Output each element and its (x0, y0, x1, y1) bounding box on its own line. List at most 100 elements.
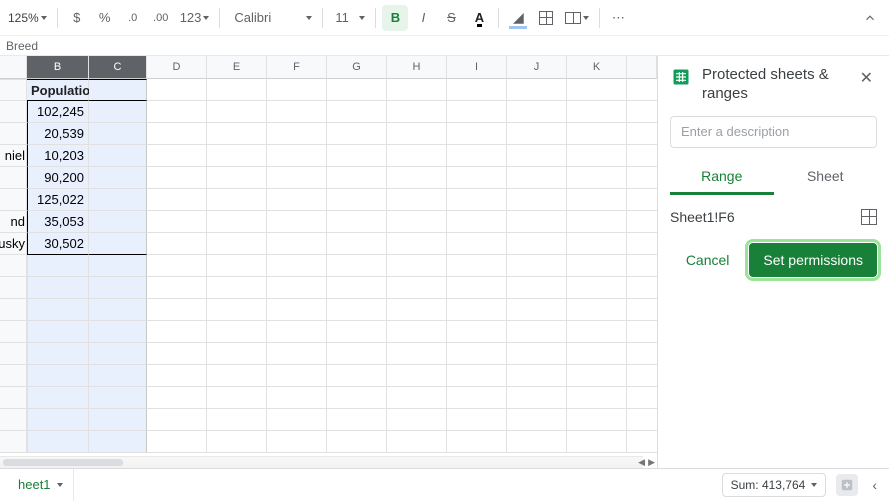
cell[interactable] (627, 387, 657, 409)
sheet-tab-1[interactable]: heet1 (8, 469, 74, 501)
cell[interactable] (27, 277, 89, 299)
cell[interactable] (207, 101, 267, 123)
more-toolbar-button[interactable]: ⋯ (606, 5, 632, 31)
cell[interactable] (627, 255, 657, 277)
cell[interactable] (567, 211, 627, 233)
cell[interactable] (207, 365, 267, 387)
cell[interactable] (387, 387, 447, 409)
cell[interactable] (207, 277, 267, 299)
cell[interactable] (447, 431, 507, 453)
column-header-K[interactable]: K (567, 56, 627, 79)
cell-C2[interactable] (89, 101, 147, 123)
cell[interactable] (447, 123, 507, 145)
row-header-gutter[interactable] (0, 431, 27, 453)
cell[interactable] (207, 343, 267, 365)
cell[interactable] (327, 409, 387, 431)
row-header-gutter[interactable] (0, 365, 27, 387)
cell-B-header[interactable]: Population (27, 79, 89, 101)
select-range-icon[interactable] (861, 209, 877, 225)
tab-range[interactable]: Range (670, 160, 774, 195)
cell[interactable] (387, 101, 447, 123)
row-header-gutter[interactable] (0, 123, 27, 145)
cell[interactable] (447, 343, 507, 365)
cell[interactable] (567, 167, 627, 189)
cell[interactable] (507, 189, 567, 211)
cell-C6[interactable] (89, 189, 147, 211)
cell[interactable] (387, 189, 447, 211)
row-header-gutter[interactable] (0, 277, 27, 299)
decrease-decimals-button[interactable]: .0 (120, 5, 146, 31)
cell[interactable] (387, 255, 447, 277)
cell-C-header[interactable] (89, 79, 147, 101)
cell[interactable] (567, 101, 627, 123)
close-sidebar-button[interactable]: ✕ (856, 66, 877, 90)
cell[interactable] (267, 211, 327, 233)
cell[interactable] (327, 211, 387, 233)
set-permissions-button[interactable]: Set permissions (749, 243, 877, 277)
cell[interactable] (627, 321, 657, 343)
cell[interactable] (507, 233, 567, 255)
horizontal-scrollbar[interactable] (0, 456, 643, 468)
cell[interactable] (447, 79, 507, 101)
cell[interactable] (387, 233, 447, 255)
cell[interactable] (447, 189, 507, 211)
cell[interactable] (387, 365, 447, 387)
row-header-gutter[interactable] (0, 189, 27, 211)
cell[interactable] (267, 277, 327, 299)
cell[interactable] (327, 167, 387, 189)
cell[interactable] (27, 365, 89, 387)
cell[interactable] (89, 299, 147, 321)
row-header-gutter[interactable] (0, 321, 27, 343)
row-header-gutter[interactable] (0, 409, 27, 431)
cell[interactable] (89, 255, 147, 277)
cell[interactable] (627, 167, 657, 189)
explore-button[interactable] (836, 474, 858, 496)
italic-button[interactable]: I (410, 5, 436, 31)
tab-sheet[interactable]: Sheet (774, 160, 878, 195)
cell[interactable] (267, 255, 327, 277)
cell[interactable] (387, 431, 447, 453)
cell[interactable] (207, 145, 267, 167)
column-header-B[interactable]: B (27, 56, 89, 79)
merge-cells-dropdown[interactable] (561, 5, 593, 31)
cell[interactable] (267, 233, 327, 255)
cell[interactable] (207, 409, 267, 431)
cell[interactable] (387, 167, 447, 189)
cell[interactable] (147, 145, 207, 167)
cell-C5[interactable] (89, 167, 147, 189)
cell[interactable] (147, 211, 207, 233)
cell[interactable] (627, 343, 657, 365)
cell[interactable] (207, 79, 267, 101)
bold-button[interactable]: B (382, 5, 408, 31)
cell[interactable] (447, 299, 507, 321)
select-all-corner[interactable] (0, 56, 27, 79)
borders-button[interactable] (533, 5, 559, 31)
description-input[interactable]: Enter a description (670, 116, 877, 148)
cell[interactable] (147, 343, 207, 365)
cell[interactable] (327, 123, 387, 145)
cell[interactable] (207, 233, 267, 255)
cell[interactable] (627, 101, 657, 123)
cell[interactable] (207, 321, 267, 343)
column-header-I[interactable]: I (447, 56, 507, 79)
cell[interactable] (447, 211, 507, 233)
cell[interactable] (627, 79, 657, 101)
cell[interactable] (267, 101, 327, 123)
cell[interactable] (387, 299, 447, 321)
cell[interactable] (627, 123, 657, 145)
cell[interactable] (327, 343, 387, 365)
cell[interactable] (267, 409, 327, 431)
column-header-F[interactable]: F (267, 56, 327, 79)
collapse-toolbar-button[interactable] (857, 5, 883, 31)
cell[interactable] (267, 145, 327, 167)
cell[interactable] (567, 387, 627, 409)
cell[interactable] (507, 431, 567, 453)
cell[interactable] (147, 255, 207, 277)
cell[interactable] (207, 211, 267, 233)
cell[interactable] (147, 409, 207, 431)
cell[interactable] (627, 233, 657, 255)
row-header-gutter[interactable] (0, 387, 27, 409)
cell[interactable] (147, 365, 207, 387)
cell[interactable] (89, 343, 147, 365)
quicksum-chip[interactable]: Sum: 413,764 (722, 473, 827, 497)
